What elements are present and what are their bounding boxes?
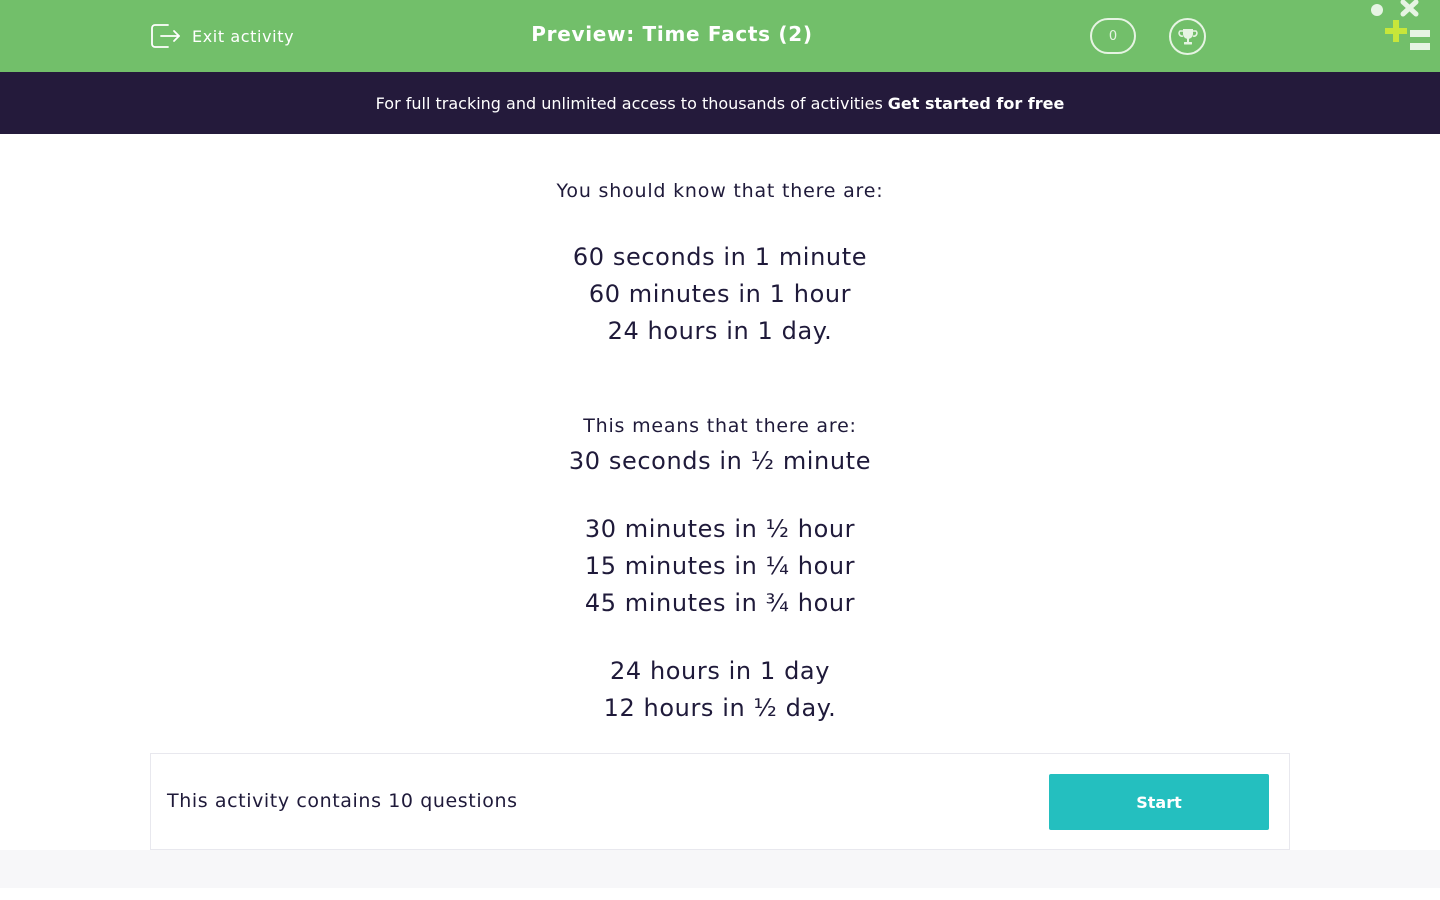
fact-line: 60 seconds in 1 minute xyxy=(572,243,868,271)
fact-line: 30 minutes in ½ hour xyxy=(584,515,856,543)
trophy-button[interactable] xyxy=(1169,18,1206,55)
start-button[interactable]: Start xyxy=(1049,774,1269,830)
fact-line: 24 hours in 1 day. xyxy=(607,317,833,345)
fact-line: 45 minutes in ¾ hour xyxy=(584,589,856,617)
signup-banner: For full tracking and unlimited access t… xyxy=(0,72,1440,134)
score-badge: 0 xyxy=(1090,18,1136,54)
fact-line: 24 hours in 1 day xyxy=(609,657,831,685)
fact-line: 15 minutes in ¼ hour xyxy=(584,552,856,580)
activity-summary-card: This activity contains 10 questions Star… xyxy=(150,753,1290,850)
fact-line: 30 seconds in ½ minute xyxy=(568,447,872,475)
logo-icon xyxy=(1371,0,1430,50)
page-footer-strip xyxy=(0,850,1440,888)
banner-text: For full tracking and unlimited access t… xyxy=(375,93,883,113)
fact-line: 12 hours in ½ day. xyxy=(603,694,837,722)
get-started-link[interactable]: Get started for free xyxy=(888,94,1065,113)
trophy-icon xyxy=(1177,28,1198,44)
fact-line: 60 minutes in 1 hour xyxy=(588,280,852,308)
question-count: This activity contains 10 questions xyxy=(167,790,518,812)
page-title: Preview: Time Facts (2) xyxy=(531,22,813,46)
intro-heading: You should know that there are: xyxy=(556,180,884,202)
intro-heading: This means that there are: xyxy=(583,415,857,437)
top-bar: Exit activity Preview: Time Facts (2) 0 xyxy=(0,0,1440,72)
